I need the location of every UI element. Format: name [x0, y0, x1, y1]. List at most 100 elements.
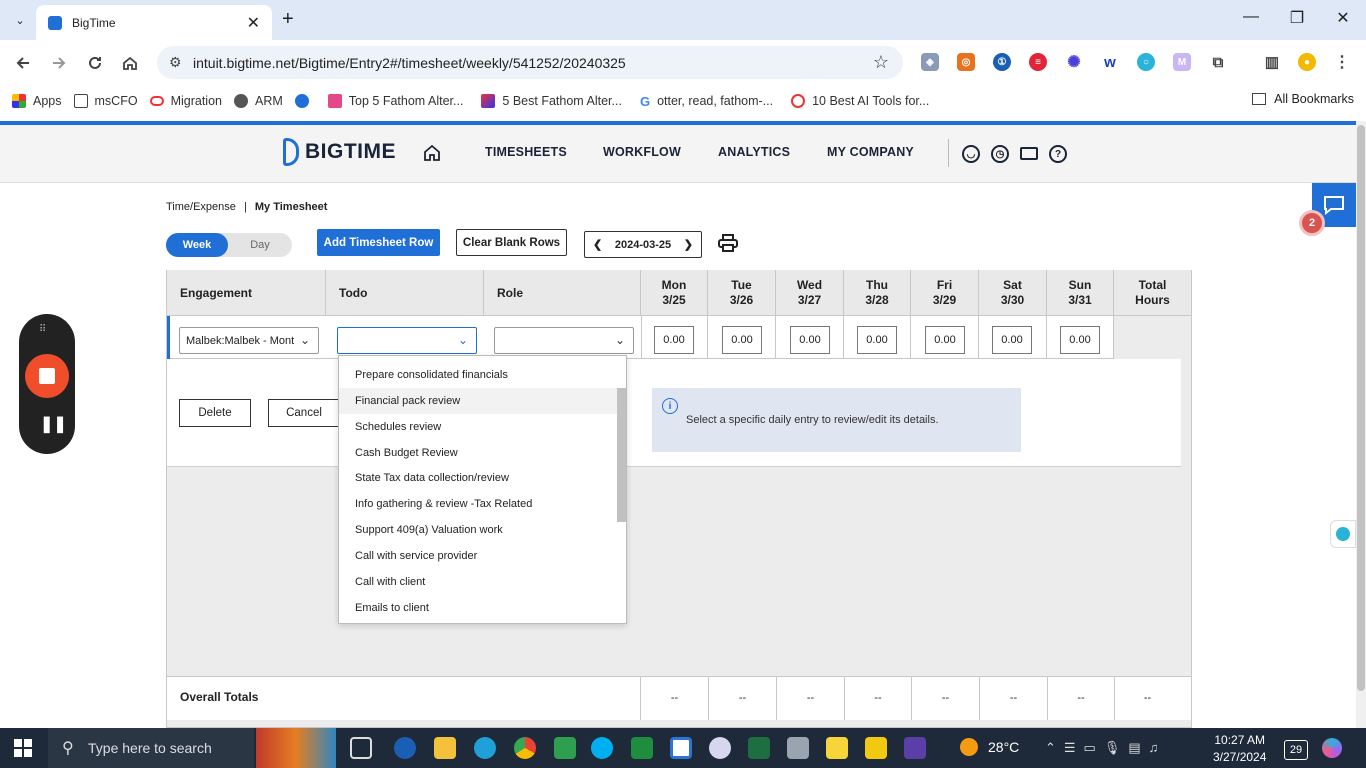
extension-circle-icon[interactable]: ○ — [1137, 53, 1155, 71]
bookmark-migration[interactable]: Migration — [149, 94, 222, 108]
delete-button[interactable]: Delete — [179, 399, 251, 427]
all-bookmarks-button[interactable]: All Bookmarks — [1252, 92, 1354, 106]
print-icon[interactable] — [718, 234, 738, 257]
site-info-icon[interactable]: ⚙ — [169, 54, 182, 71]
previous-week-icon[interactable]: ❮ — [593, 238, 602, 251]
bookmark-bigtime[interactable] — [294, 93, 316, 108]
reload-icon[interactable] — [86, 54, 104, 75]
extension-orange-icon[interactable]: ◎ — [957, 53, 975, 71]
sparkle-extension-icon[interactable]: ✺ — [1065, 53, 1083, 71]
shield-extension-icon[interactable]: ◈ — [921, 53, 939, 71]
nav-workflow[interactable]: WORKFLOW — [603, 145, 681, 159]
add-timesheet-row-button[interactable]: Add Timesheet Row — [317, 229, 440, 256]
app-r-icon[interactable] — [670, 737, 692, 759]
power-bi-icon[interactable] — [865, 737, 887, 759]
taskbar-search-box[interactable]: ⚲ Type here to search — [48, 728, 254, 768]
drag-handle-icon[interactable]: ⠿ — [39, 324, 47, 335]
week-toggle-option[interactable]: Week — [166, 233, 228, 257]
week-day-toggle[interactable]: Week Day — [166, 233, 292, 257]
chrome-icon[interactable] — [514, 737, 536, 759]
forward-icon[interactable] — [50, 54, 68, 75]
hours-input-tue[interactable]: 0.00 — [722, 326, 762, 354]
todo-option[interactable]: Emails to client — [339, 595, 617, 621]
w-extension-icon[interactable]: w — [1101, 53, 1119, 71]
file-explorer-icon[interactable] — [434, 737, 456, 759]
clear-blank-rows-button[interactable]: Clear Blank Rows — [456, 229, 567, 256]
home-icon[interactable] — [121, 54, 139, 75]
browser-tab[interactable]: BigTime ✕ — [36, 5, 272, 40]
address-bar[interactable]: ⚙ intuit.bigtime.net/Bigtime/Entry2#/tim… — [157, 46, 903, 79]
password-manager-taskbar-icon[interactable] — [394, 737, 416, 759]
bookmark-mscfo[interactable]: msCFO — [73, 93, 138, 108]
scrollbar-thumb[interactable] — [1357, 125, 1365, 691]
extensions-puzzle-icon[interactable]: ⧉ — [1209, 53, 1227, 71]
task-view-icon[interactable] — [350, 737, 372, 759]
new-tab-button[interactable]: + — [282, 8, 294, 31]
skype-icon[interactable] — [591, 737, 613, 759]
todo-option[interactable]: Info gathering & review -Tax Related — [339, 491, 617, 517]
edge-icon[interactable] — [474, 737, 496, 759]
tab-search-button[interactable]: ⌄ — [8, 9, 32, 31]
close-window-button[interactable]: ✕ — [1320, 8, 1366, 28]
search-highlight-image[interactable] — [256, 728, 336, 768]
nav-timesheets[interactable]: TIMESHEETS — [485, 145, 567, 159]
app-home-icon[interactable] — [423, 144, 441, 165]
app-green-icon[interactable] — [554, 737, 576, 759]
meet-icon[interactable] — [631, 737, 653, 759]
day-toggle-option[interactable]: Day — [228, 233, 292, 257]
bookmark-arm[interactable]: ARM — [233, 93, 283, 108]
todo-select[interactable]: ⌄ — [337, 327, 477, 354]
user-account-icon[interactable]: ◡ — [962, 145, 980, 163]
bookmark-otter[interactable]: Gotter, read, fathom-... — [640, 94, 773, 109]
current-week-date[interactable]: 2024-03-25 — [615, 239, 671, 251]
todo-option[interactable]: Cash Budget Review — [339, 440, 617, 466]
nav-my-company[interactable]: MY COMPANY — [827, 145, 914, 159]
bigtime-logo[interactable]: BIGTIME — [283, 138, 396, 166]
bookmark-fathom-1[interactable]: Top 5 Fathom Alter... — [327, 93, 463, 108]
weather-widget[interactable]: 28°C — [960, 738, 1019, 756]
bookmark-apps[interactable]: Apps — [12, 93, 62, 108]
nav-analytics[interactable]: ANALYTICS — [718, 145, 790, 159]
browser-menu-icon[interactable]: ⋮ — [1333, 53, 1351, 71]
next-week-icon[interactable]: ❯ — [684, 238, 693, 251]
copilot-icon[interactable] — [1322, 738, 1342, 758]
pause-icon[interactable]: ❚❚ — [40, 414, 67, 434]
hours-input-mon[interactable]: 0.00 — [654, 326, 694, 354]
stop-recording-button[interactable] — [25, 354, 69, 398]
engagement-select[interactable]: Malbek:Malbek - Mont ⌄ — [179, 327, 319, 354]
bookmark-fathom-2[interactable]: 5 Best Fathom Alter... — [481, 93, 622, 108]
app-purple-icon[interactable] — [904, 737, 926, 759]
todo-option[interactable]: Prepare consolidated financials — [339, 362, 617, 388]
hours-input-wed[interactable]: 0.00 — [790, 326, 830, 354]
page-scrollbar[interactable] — [1356, 121, 1366, 728]
close-tab-icon[interactable]: ✕ — [247, 13, 260, 33]
minimize-button[interactable]: — — [1228, 8, 1274, 26]
todo-option[interactable]: Call with service provider — [339, 543, 617, 569]
restore-button[interactable]: ❐ — [1274, 8, 1320, 28]
todo-dropdown-list[interactable]: Prepare consolidated financials Financia… — [338, 355, 627, 624]
todo-option[interactable]: Support 409(a) Valuation work — [339, 517, 617, 543]
windows-start-icon[interactable] — [14, 739, 32, 757]
bookmark-ai-tools[interactable]: 10 Best AI Tools for... — [791, 93, 929, 108]
hours-input-thu[interactable]: 0.00 — [857, 326, 897, 354]
notification-badge[interactable]: 2 — [1299, 210, 1325, 236]
extension-m-icon[interactable]: M — [1173, 53, 1191, 71]
mail-icon[interactable] — [1020, 147, 1038, 160]
hours-input-sun[interactable]: 0.00 — [1060, 326, 1100, 354]
cancel-button[interactable]: Cancel — [268, 399, 340, 427]
taskbar-clock[interactable]: 10:27 AM 3/27/2024 — [1213, 732, 1266, 766]
extension-red-icon[interactable]: ≡ — [1029, 53, 1047, 71]
system-tray-icons[interactable]: ⌃☰▭🎙▤♫ — [1045, 740, 1166, 756]
calculator-icon[interactable] — [787, 737, 809, 759]
side-panel-icon[interactable]: ▥ — [1263, 53, 1281, 71]
todo-option[interactable]: Schedules review — [339, 414, 617, 440]
role-select[interactable]: ⌄ — [494, 327, 634, 354]
notifications-icon[interactable]: 29 — [1284, 740, 1308, 760]
hours-input-fri[interactable]: 0.00 — [925, 326, 965, 354]
dropdown-scrollbar[interactable] — [617, 388, 626, 522]
password-manager-icon[interactable]: ① — [993, 53, 1011, 71]
excel-icon[interactable] — [748, 737, 770, 759]
assistant-side-icon[interactable] — [1330, 520, 1356, 548]
hours-input-sat[interactable]: 0.00 — [992, 326, 1032, 354]
todo-option[interactable]: Call with client — [339, 569, 617, 595]
